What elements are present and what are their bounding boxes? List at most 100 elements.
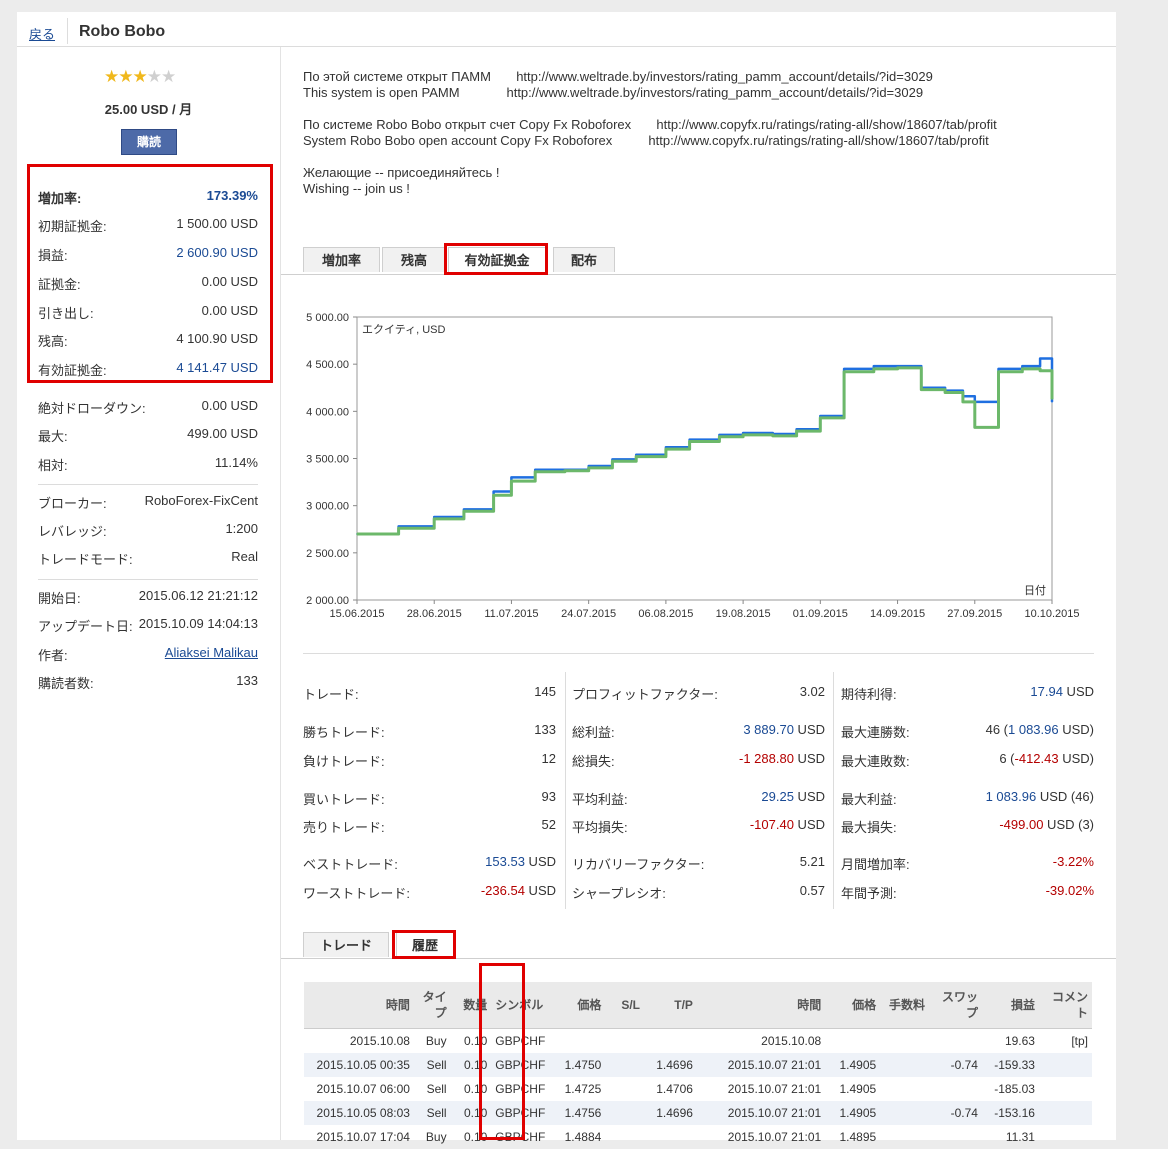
history-cell (605, 1053, 644, 1077)
stat-unit: USD (46) (1036, 789, 1094, 804)
back-link[interactable]: 戻る (29, 24, 55, 43)
sidebar-row: アップデート日: 2015.10.09 14:04:13 (38, 616, 258, 636)
series-point (564, 469, 566, 472)
star-icon: ★ (132, 67, 148, 86)
stat-number: 145 (534, 684, 556, 699)
tab-history-0[interactable]: トレード (303, 932, 389, 957)
history-cell (1039, 1077, 1092, 1101)
stat-number: 1 083.96 (985, 789, 1037, 804)
stat-label: 最大連敗数: (841, 754, 910, 769)
history-header-cell[interactable]: タイプ (413, 982, 451, 1029)
history-cell: -185.03 (994, 1082, 1035, 1096)
stat-value: 1 083.96 USD (46) (986, 789, 1094, 804)
y-tick-label: 2 500.00 (306, 548, 349, 560)
stat-value: -1 288.80 USD (739, 751, 825, 766)
history-cell: 1.4696 (644, 1053, 697, 1077)
history-row[interactable]: 2015.10.05 08:03 Sell 0.10 GBPCHF 1.4756 1.46… (304, 1101, 1092, 1125)
series-point (510, 480, 513, 482)
history-cell: 11.31 (1005, 1130, 1035, 1144)
stat-number: 3 889.70 (743, 722, 794, 737)
history-header-cell[interactable]: 価格 (550, 982, 606, 1029)
x-tick-label: 11.07.2015 (484, 608, 538, 620)
history-cell: 2015.10.07 06:00 (316, 1082, 410, 1096)
history-cell (880, 1029, 929, 1054)
subscribe-button[interactable]: 購読 (121, 129, 177, 155)
stat-value: -39.02% (1046, 883, 1094, 898)
sidebar-row-value[interactable]: Aliaksei Malikau (165, 645, 258, 660)
history-row[interactable]: 2015.10.07 06:00 Sell 0.10 GBPCHF 1.4725 1.47… (304, 1077, 1092, 1101)
stats-col-divider (565, 672, 566, 909)
sidebar-divider (38, 579, 258, 580)
stat-label: 月間増加率: (841, 857, 910, 872)
history-cell: -0.74 (929, 1053, 982, 1077)
stat-label: 負けトレード: (303, 754, 385, 769)
history-header-cell[interactable]: S/L (605, 982, 644, 1029)
y-tick-label: 3 000.00 (306, 501, 349, 513)
sidebar-row: 購読者数: 133 (38, 673, 258, 693)
series-point (997, 368, 1000, 370)
history-header-cell[interactable]: 手数料 (880, 982, 930, 1029)
stat-unit: USD (1062, 684, 1094, 699)
sidebar-row-label: ブローカー: (38, 496, 107, 511)
stat-value: 17.94 USD (1030, 684, 1094, 699)
history-row[interactable]: 2015.10.07 17:04 Buy 0.10 GBPCHF 1.4884 2015.… (304, 1125, 1092, 1149)
series-point (1021, 365, 1024, 367)
history-header-cell[interactable]: 時間 (696, 982, 826, 1029)
description-line: Wishing -- join us ! (303, 181, 410, 196)
history-row[interactable]: 2015.10.08 Buy 0.10 GBPCHF 2015.10.08 19.63 [t… (304, 1029, 1092, 1054)
history-header-cell[interactable]: 損益 (981, 982, 1039, 1029)
stat-unit: USD (524, 854, 556, 869)
stat-label: 最大連勝数: (841, 725, 910, 740)
history-cell: 2015.10.07 17:04 (316, 1130, 410, 1144)
history-cell (825, 1029, 880, 1054)
history-header-cell[interactable]: コメント (1038, 982, 1092, 1029)
star-icon: ★ (118, 67, 133, 86)
stat-value: 3.02 (800, 684, 825, 699)
sidebar-row-value: 2015.10.09 14:04:13 (138, 616, 258, 631)
series-point (997, 370, 1000, 373)
sidebar-row: 開始日: 2015.06.12 21:21:12 (38, 588, 258, 608)
tab-chart-3[interactable]: 配布 (553, 247, 615, 272)
stats-top-divider (303, 653, 1094, 654)
history-cell (550, 1029, 605, 1054)
history-cell: Sell (426, 1082, 447, 1096)
stat-value: -236.54 USD (481, 883, 556, 898)
sidebar-row-value: 2015.06.12 21:21:12 (138, 588, 258, 603)
stat-value: 12 (542, 751, 556, 766)
series-point (665, 448, 667, 450)
history-cell (929, 1125, 982, 1149)
stat-number: -1 288.80 (739, 751, 794, 766)
history-table: 時間 タイプ 数量 シンボル 価格 S/L T/P 時間 価格 手数料 スワップ 損益 コメント 201… (304, 982, 1092, 1149)
series-point (819, 417, 822, 419)
series-point (492, 490, 495, 493)
sidebar-row-label: アップデート日: (38, 619, 133, 634)
series-point (872, 365, 875, 367)
series-point (1051, 401, 1053, 403)
history-header-cell[interactable]: 時間 (304, 982, 414, 1029)
sidebar-row-value: 133 (236, 673, 258, 688)
sidebar-row-label: レバレッジ: (38, 524, 107, 539)
history-cell: 1.4884 (564, 1130, 602, 1144)
stat-label: シャープレシオ: (572, 886, 666, 901)
history-header-cell[interactable]: T/P (644, 982, 697, 1029)
series-point (587, 467, 590, 469)
tab-chart-1[interactable]: 残高 (382, 247, 446, 272)
stat-number: 153.53 (485, 854, 525, 869)
sidebar-row-value: 0.00 USD (201, 398, 258, 413)
history-header-cell[interactable]: 価格 (825, 982, 881, 1029)
series-point (433, 518, 436, 520)
stat-number: 5.21 (799, 854, 825, 869)
stat-value: 0.57 (800, 883, 825, 898)
history-row[interactable]: 2015.10.05 00:35 Sell 0.10 GBPCHF 1.4750 1.46… (304, 1053, 1092, 1077)
history-cell (1038, 1101, 1092, 1125)
tab-chart-0[interactable]: 増加率 (303, 247, 380, 272)
stat-label: ワーストトレード: (303, 886, 410, 901)
history-cell: 2015.10.07 21:01 (696, 1053, 826, 1077)
history-header-cell[interactable]: スワップ (929, 982, 982, 1029)
history-cell: 2015.10.07 21:01 (696, 1101, 826, 1125)
top-bar: 戻る Robo Bobo (17, 12, 1116, 47)
series-point (843, 370, 845, 373)
history-cell (1038, 1053, 1092, 1077)
stat-label: 平均損失: (572, 820, 628, 835)
stats-col-divider (833, 672, 834, 909)
